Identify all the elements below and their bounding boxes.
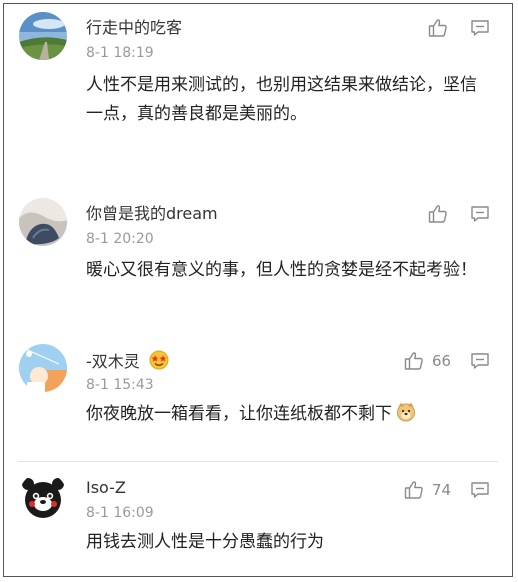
comment-username-text[interactable]: -双木灵 [86,352,140,371]
comment-list: 行走中的吃客 8-1 18:19 人性不是用来测试的，也别用这结果来做结论，坚信… [3,3,513,577]
avatar[interactable] [19,198,67,246]
comment-username[interactable]: Iso-Z [86,478,126,498]
comment-text-body: 你夜晚放一箱看看，让你连纸板都不剩下 [86,404,392,424]
comment-icon[interactable] [470,352,490,370]
star-eyes-emoji-icon [149,350,169,370]
doge-emoji-icon [397,402,415,422]
comment-item: -双木灵 8-1 15:43 66 你夜晚放一箱看看，让你连纸板都不剩下 [4,334,512,462]
avatar[interactable] [19,472,67,520]
thumbs-up-icon[interactable] [428,18,448,38]
comment-icon[interactable] [470,481,490,499]
comment-item: Iso-Z 8-1 16:09 74 用钱去测人性是十分愚蠢的行为 [4,462,512,576]
comment-timestamp: 8-1 20:20 [86,231,154,247]
comment-icon[interactable] [470,205,490,223]
comment-item: 你曾是我的dream 8-1 20:20 暖心又很有意义的事，但人性的贪婪是经不… [4,184,512,334]
thumbs-up-icon[interactable] [428,204,448,224]
comment-text: 人性不是用来测试的，也别用这结果来做结论，坚信一点，真的善良都是美丽的。 [86,75,477,124]
comment-icon[interactable] [470,19,490,37]
thumbs-up-icon[interactable] [404,480,424,500]
comment-username[interactable]: 行走中的吃客 [86,18,182,38]
comment-username[interactable]: -双木灵 [86,350,169,372]
thumbs-up-icon[interactable] [404,351,424,371]
comment-text: 你夜晚放一箱看看，让你连纸板都不剩下 [86,400,491,429]
comment-text: 用钱去测人性是十分愚蠢的行为 [86,532,324,552]
comment-timestamp: 8-1 15:43 [86,377,154,393]
avatar[interactable] [19,344,67,392]
comment-text: 暖心又很有意义的事，但人性的贪婪是经不起考验！ [86,260,477,280]
comment-username[interactable]: 你曾是我的dream [86,204,218,224]
like-count: 66 [432,352,452,370]
like-count: 74 [432,481,452,499]
comment-timestamp: 8-1 18:19 [86,45,154,61]
comment-item: 行走中的吃客 8-1 18:19 人性不是用来测试的，也别用这结果来做结论，坚信… [4,4,512,184]
comment-timestamp: 8-1 16:09 [86,505,154,521]
avatar[interactable] [19,12,67,60]
